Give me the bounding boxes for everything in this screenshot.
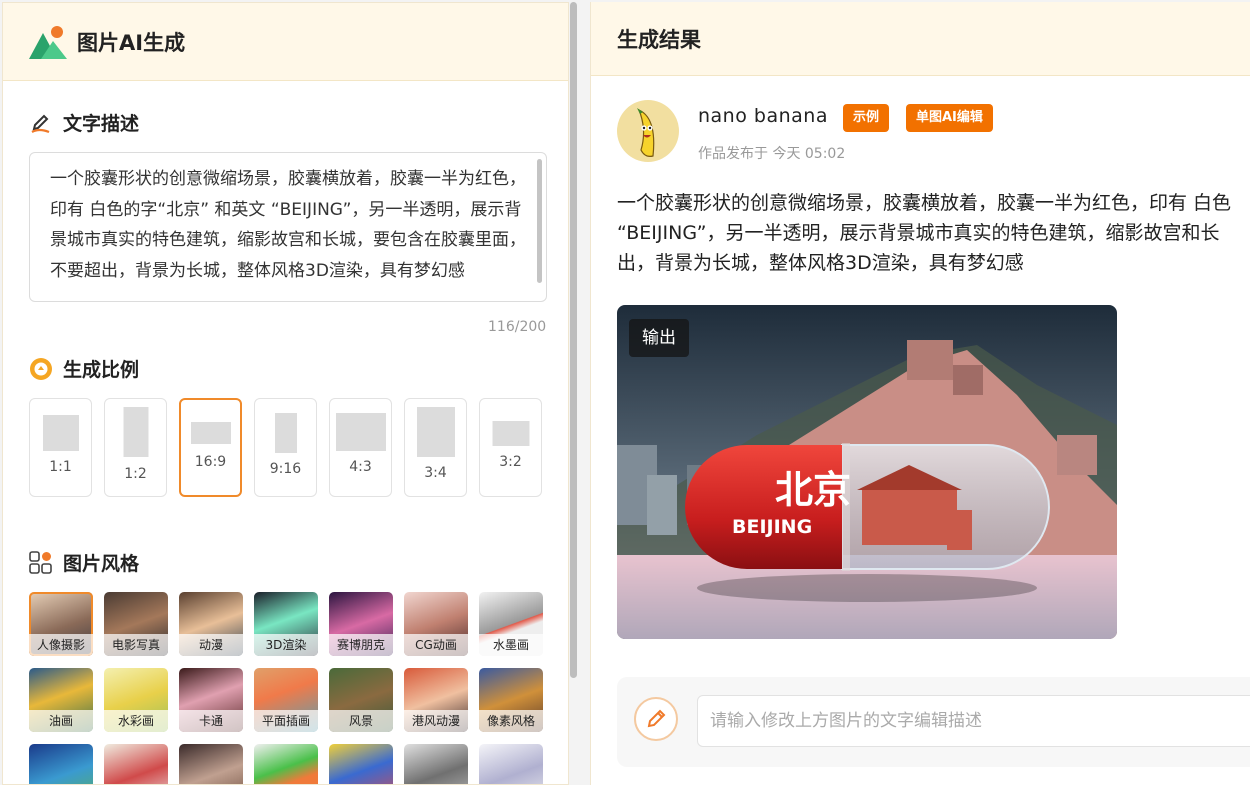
output-image[interactable]: 北京 BEIJING 输出 [617,305,1117,639]
style-option-cartoon[interactable]: 卡通 [179,668,243,732]
style-label: 卡通 [179,710,243,732]
single-image-edit-badge: 单图AI编辑 [906,104,993,132]
ratio-shape [416,407,455,457]
edit-description-input[interactable] [697,695,1250,747]
style-option-cyberpunk[interactable]: 赛博朋克 [329,592,393,656]
textarea-scrollbar[interactable] [537,159,542,283]
ratio-option-16-9[interactable]: 16:9 [179,398,242,497]
style-title-label: 图片风格 [63,553,140,575]
app-title: 图片AI生成 [77,30,186,55]
ratio-label: 3:4 [424,465,447,481]
style-label: 水彩画 [104,710,168,732]
style-label: 3D渲染 [254,634,318,656]
style-label: 赛博朋克 [329,634,393,656]
result-header: 生成结果 [591,2,1250,76]
style-option-19[interactable] [329,744,393,784]
style-option-ink[interactable]: 水墨画 [479,592,543,656]
ratio-shape [123,407,148,457]
style-option-3d[interactable]: 3D渲染 [254,592,318,656]
ratio-option-9-16[interactable]: 9:16 [254,398,317,497]
style-label: 人像摄影 [29,634,93,656]
style-label: CG动画 [404,634,468,656]
style-label: 水墨画 [479,634,543,656]
result-prompt: 一个胶囊形状的创意微缩场景，胶囊横放着，胶囊一半为红色，印有 白色 “BEIJI… [617,188,1250,278]
style-option-21[interactable] [479,744,543,784]
style-label: 电影写真 [104,634,168,656]
ratio-label: 4:3 [349,459,372,475]
app-logo-icon [29,25,67,59]
style-grid: 人像摄影 电影写真 动漫 3D渲染 赛博朋克 CG动画 水墨画 油画 水彩画 卡… [29,592,543,784]
style-section-title: 图片风格 [29,549,139,576]
left-panel-scrollbar[interactable] [570,2,577,678]
description-section-title: 文字描述 [29,109,139,136]
style-option-pixel[interactable]: 像素风格 [479,668,543,732]
image-text-en: BEIJING [732,516,812,538]
example-badge: 示例 [843,104,890,132]
image-text-cn: 北京 [775,468,851,512]
description-textarea[interactable]: 一个胶囊形状的创意微缩场景，胶囊横放着，胶囊一半为红色，印有 白色的字“北京” … [29,152,547,302]
ratio-section-title: 生成比例 [29,355,139,382]
right-panel: 生成结果 nano banana 示例 单图AI编辑 作品发布于 今天 05:0… [590,2,1250,785]
style-option-oil[interactable]: 油画 [29,668,93,732]
prompt-line: “BEIJING”，另一半透明，展示背景城市真实的特色建筑，缩影故宫和长 [617,222,1220,244]
style-label: 油画 [29,710,93,732]
style-label: 港风动漫 [404,710,468,732]
style-option-17[interactable] [179,744,243,784]
description-title-label: 文字描述 [63,113,140,135]
edit-bar [617,677,1250,767]
prompt-line: 一个胶囊形状的创意微缩场景，胶囊横放着，胶囊一半为红色，印有 白色 [617,192,1232,214]
ratio-option-3-2[interactable]: 3:2 [479,398,542,497]
style-label: 平面插画 [254,710,318,732]
app-header: 图片AI生成 [3,3,568,81]
ratio-option-1-2[interactable]: 1:2 [104,398,167,497]
description-text: 一个胶囊形状的创意微缩场景，胶囊横放着，胶囊一半为红色，印有 白色的字“北京” … [50,169,526,281]
ratio-label: 9:16 [269,461,302,477]
avatar[interactable] [617,100,679,162]
ratio-shape [335,413,386,451]
ratio-option-1-1[interactable]: 1:1 [29,398,92,497]
ratio-options: 1:1 1:2 16:9 9:16 4:3 3:4 3:2 [29,398,542,497]
ratio-title-label: 生成比例 [63,359,140,381]
style-option-landscape[interactable]: 风景 [329,668,393,732]
ratio-shape [190,422,231,444]
ratio-option-4-3[interactable]: 4:3 [329,398,392,497]
style-option-film[interactable]: 电影写真 [104,592,168,656]
user-name[interactable]: nano banana [698,105,828,127]
style-option-cg[interactable]: CG动画 [404,592,468,656]
edit-pen-icon[interactable] [634,697,678,741]
left-panel: 图片AI生成 文字描述 一个胶囊形状的创意微缩场景，胶囊横放着，胶囊一半为红色，… [2,2,569,785]
publish-time: 作品发布于 今天 05:02 [698,146,846,162]
style-label: 动漫 [179,634,243,656]
style-option-15[interactable] [29,744,93,784]
ratio-label: 1:1 [49,459,72,475]
char-count: 116/200 [488,319,547,335]
style-label: 像素风格 [479,710,543,732]
style-option-18[interactable] [254,744,318,784]
style-label: 风景 [329,710,393,732]
ratio-label: 1:2 [124,466,147,482]
ratio-shape [42,415,79,451]
style-option-anime[interactable]: 动漫 [179,592,243,656]
style-option-20[interactable] [404,744,468,784]
ratio-option-3-4[interactable]: 3:4 [404,398,467,497]
style-option-16[interactable] [104,744,168,784]
ratio-label: 16:9 [194,454,227,470]
ratio-label: 3:2 [499,454,522,470]
ratio-icon [29,357,53,381]
pen-icon [29,111,53,135]
generated-image-icon: 北京 BEIJING [617,305,1117,639]
prompt-line: 出，背景为长城，整体风格3D渲染，具有梦幻感 [617,252,1024,274]
style-option-watercolor[interactable]: 水彩画 [104,668,168,732]
grid-icon [29,550,53,575]
output-tag: 输出 [629,319,689,357]
style-option-portrait[interactable]: 人像摄影 [29,592,93,656]
ratio-shape [274,413,297,453]
style-option-flat[interactable]: 平面插画 [254,668,318,732]
banana-avatar-icon [637,108,655,157]
style-option-hk-anime[interactable]: 港风动漫 [404,668,468,732]
ratio-shape [492,421,529,446]
